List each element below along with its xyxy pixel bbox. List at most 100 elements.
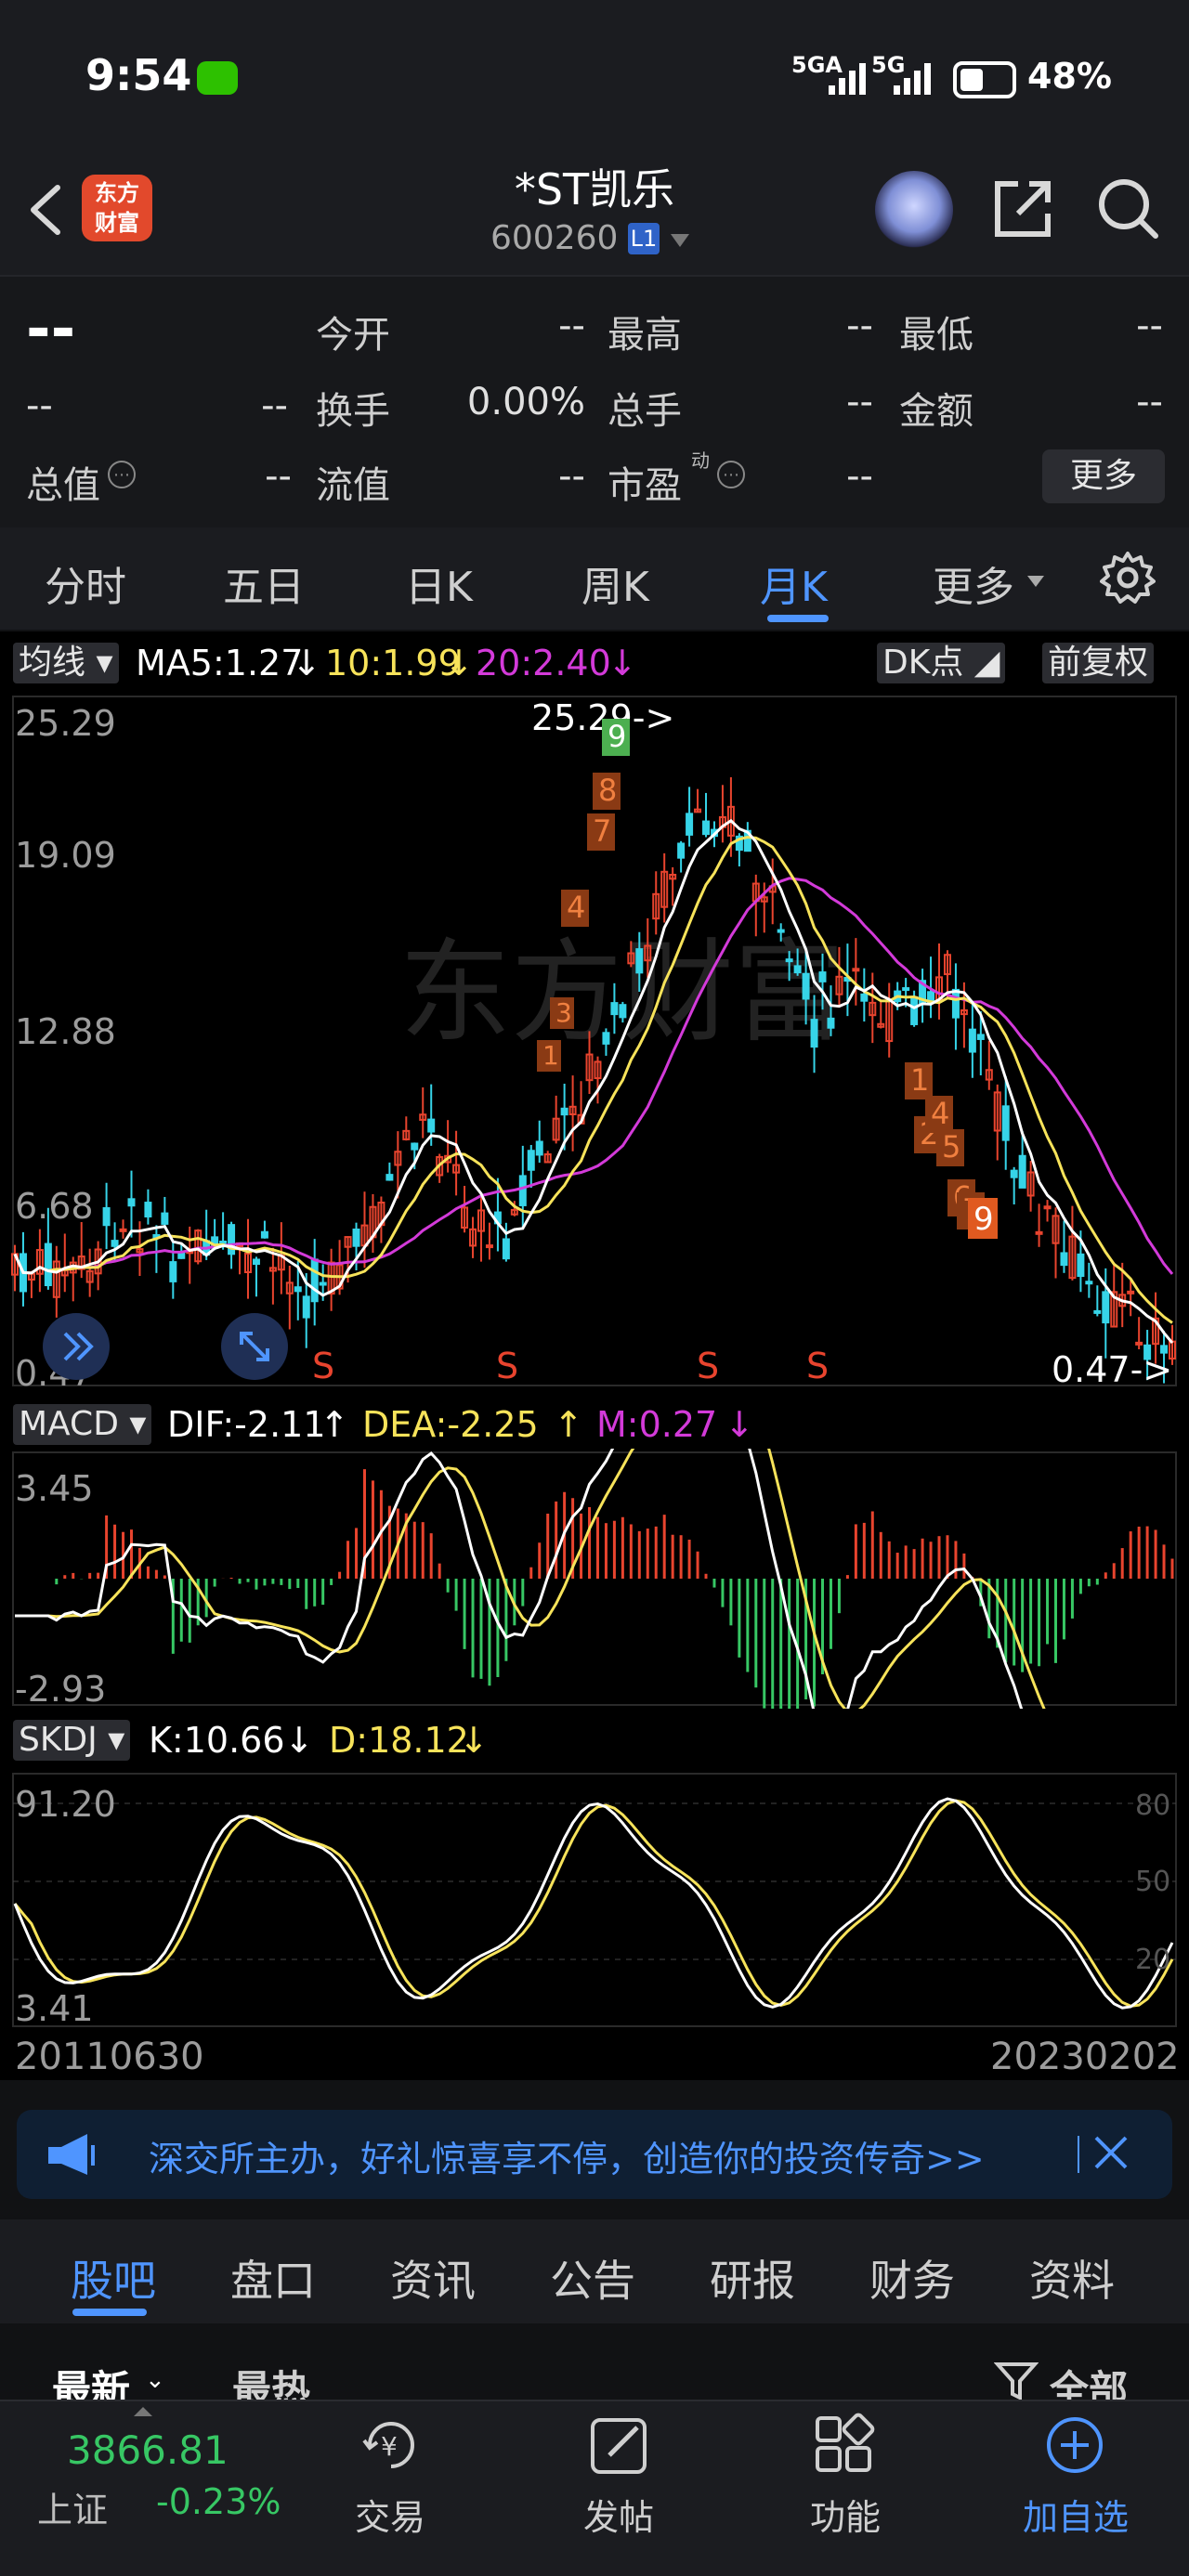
candle-body [810, 1019, 818, 1048]
td-down-markers: 1 2 4 5 6 7 9 [905, 1062, 998, 1239]
tab-daily-k[interactable]: 日K [405, 553, 473, 613]
tab-orderbook[interactable]: 盘口 [230, 2247, 316, 2309]
nav-functions[interactable]: 功能 [771, 2489, 920, 2540]
candle-body [1135, 1341, 1143, 1346]
candle-body [677, 842, 686, 859]
nav-add-watchlist[interactable]: 加自选 [1001, 2489, 1150, 2540]
index-value[interactable]: 3866.81 [67, 2427, 229, 2473]
date-start: 20110630 [15, 2036, 204, 2078]
macd-chart[interactable]: 3.45 -2.93 [0, 1449, 1189, 1709]
sell-mark-1: S [312, 1346, 334, 1386]
functions-icon[interactable] [812, 2413, 877, 2478]
tab-weekly-k[interactable]: 周K [581, 553, 649, 613]
tab-forum[interactable]: 股吧 [71, 2247, 156, 2309]
td-down-9: 9 [973, 1201, 994, 1238]
high-value: -- [846, 305, 873, 347]
ma20-arrow-icon: ↓ [608, 643, 637, 683]
dropdown-arrow-icon[interactable] [671, 234, 689, 247]
svg-text:¥: ¥ [381, 2431, 398, 2462]
tab-financials[interactable]: 财务 [869, 2247, 955, 2309]
low-value: -- [1136, 305, 1163, 347]
td-up-4: 4 [567, 890, 585, 925]
td-up-9: 9 [608, 719, 626, 754]
back-icon[interactable] [24, 182, 69, 238]
trade-icon[interactable]: ¥ [359, 2413, 424, 2478]
adjust-button[interactable]: 前复权 [1042, 643, 1155, 683]
skdj-indicator-select[interactable]: SKDJ ▾ [13, 1720, 131, 1761]
candle-body [119, 1228, 127, 1232]
stock-name: *ST凯乐 [514, 164, 675, 215]
post-icon[interactable] [587, 2413, 652, 2478]
nav-post[interactable]: 发帖 [544, 2489, 693, 2540]
search-icon[interactable] [1094, 175, 1161, 241]
macd-indicator-select[interactable]: MACD ▾ [13, 1404, 152, 1445]
expand-sidebar-icon[interactable] [43, 1313, 110, 1380]
high-label: 最高 [608, 314, 682, 357]
tab-announcements[interactable]: 公告 [550, 2247, 635, 2309]
candle-body [560, 1107, 568, 1116]
skdj-y-top: 91.20 [15, 1784, 116, 1825]
macd-bars [55, 1469, 1174, 1709]
pe-info-icon[interactable]: ⋯ [717, 461, 745, 488]
kline-chart[interactable]: 东方财富 25.29 19.09 12.88 6.68 0.47 25.29->… [0, 687, 1189, 1400]
candle-body [310, 1258, 319, 1303]
more-button[interactable]: 更多 [1042, 449, 1165, 503]
turnover-label: 换手 [316, 390, 390, 433]
skdj-k-arrow-icon: ↓ [284, 1720, 314, 1761]
fullscreen-icon[interactable] [221, 1313, 288, 1380]
tab-more[interactable]: 更多 [933, 553, 1014, 613]
macd-m-arrow-icon: ↓ [725, 1404, 754, 1445]
tab-intraday[interactable]: 分时 [45, 553, 126, 613]
pe-label: 市盈 [608, 464, 682, 507]
app-logo[interactable]: 东方 财富 [82, 175, 152, 241]
ai-assistant-icon[interactable] [875, 171, 953, 249]
banner-divider [1078, 2136, 1079, 2173]
ma-indicator-select[interactable]: 均线 ▾ [13, 643, 119, 683]
tab-five-day[interactable]: 五日 [223, 553, 305, 613]
tab-news[interactable]: 资讯 [390, 2247, 476, 2309]
sell-mark-2: S [496, 1346, 518, 1386]
tab-active-indicator [767, 615, 829, 622]
ma10-value: 10:1.99 [325, 643, 461, 683]
tab-profile[interactable]: 资料 [1029, 2247, 1115, 2309]
filter-icon[interactable] [993, 2361, 1039, 2405]
candle-body [802, 972, 810, 1000]
candle-body [785, 958, 793, 963]
add-watchlist-icon[interactable] [1042, 2413, 1107, 2478]
stock-code: 600260 [490, 219, 619, 257]
candle-body [294, 1286, 302, 1293]
tab-research[interactable]: 研报 [710, 2247, 795, 2309]
skdj-chart[interactable]: 91.20 3.41 80 50 20 [0, 1764, 1189, 2034]
candle-body [1035, 1230, 1043, 1235]
dk-point-label: DK点 [882, 644, 964, 682]
macd-dea: DEA:-2.25 [362, 1404, 539, 1445]
gear-icon[interactable] [1100, 550, 1156, 605]
candle-body [518, 1175, 527, 1206]
market-cap-value: -- [265, 455, 292, 498]
y-label-3: 12.88 [15, 1011, 116, 1052]
banner-text[interactable]: 深交所主办，好礼惊喜享不停，创造你的投资传奇>> [149, 2130, 985, 2181]
candle-body [827, 1017, 835, 1029]
min-price-label: 0.47-> [1052, 1349, 1172, 1390]
nav-trade[interactable]: 交易 [316, 2489, 464, 2540]
date-end: 20230202 [990, 2036, 1180, 2078]
candle-body [1093, 1309, 1102, 1314]
candle-body [1060, 1252, 1068, 1267]
info-icon[interactable]: ⋯ [108, 461, 136, 488]
logo-line2: 财富 [95, 210, 139, 236]
candle-body [1018, 1154, 1026, 1189]
macd-name: MACD [19, 1405, 119, 1443]
candle-body [976, 1034, 985, 1040]
k-line [13, 1797, 1174, 2010]
ma10-arrow-icon: ↓ [444, 643, 474, 683]
tab-monthly-k[interactable]: 月K [760, 553, 828, 613]
candle-body [427, 1118, 436, 1133]
share-icon[interactable] [990, 175, 1057, 241]
level-badge[interactable]: L1 [628, 223, 660, 254]
index-expand-icon[interactable] [134, 2407, 152, 2416]
candle-body [1010, 1169, 1018, 1178]
close-icon[interactable] [1087, 2128, 1135, 2177]
dk-point-button[interactable]: DK点 ◢ [877, 643, 1006, 683]
skdj-name: SKDJ [19, 1721, 98, 1759]
market-cap-label: 总值 [26, 464, 100, 507]
